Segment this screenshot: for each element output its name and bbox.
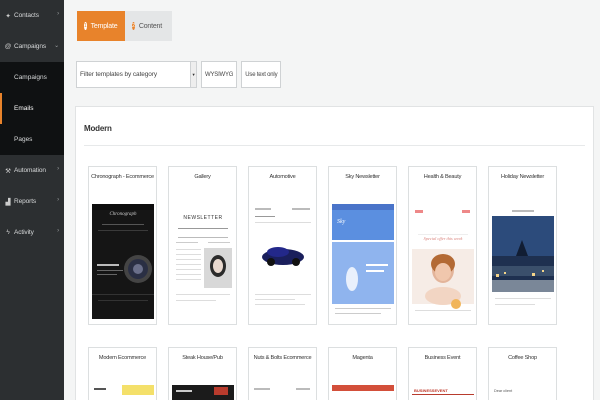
thumbnail-brand-text: BUSINESSEVENT (414, 388, 448, 393)
template-card-coffee-shop[interactable]: Coffee Shop Dear client (488, 347, 557, 400)
sidebar-item-contacts[interactable]: ✦ Contacts › (0, 0, 64, 31)
template-thumbnail: Chronograph (92, 204, 154, 319)
step-number: 1 (84, 22, 87, 30)
chevron-down-icon: ⌄ (54, 43, 59, 49)
template-card-magenta[interactable]: Magenta (328, 347, 397, 400)
template-thumbnail (92, 385, 154, 400)
template-name: Coffee Shop (508, 355, 537, 361)
wysiwyg-button[interactable]: WYSIWYG (201, 61, 238, 88)
sidebar-subitem-emails[interactable]: Emails (0, 93, 64, 124)
template-card-gallery[interactable]: Gallery NEWSLETTER (168, 166, 237, 325)
user-icon: ✦ (5, 12, 11, 20)
template-card-holiday-newsletter[interactable]: Holiday Newsletter (488, 166, 557, 325)
main-content: 1 Template 2 Content Filter templates by… (64, 0, 600, 400)
sidebar-item-label: Reports (14, 198, 37, 205)
sidebar-subitem-pages[interactable]: Pages (0, 124, 64, 155)
template-thumbnail (172, 385, 234, 400)
template-thumbnail (252, 204, 314, 319)
text-only-button[interactable]: Use text only (241, 61, 282, 88)
template-name: Chronograph - Ecommerce (91, 174, 154, 180)
template-name: Gallery (194, 174, 211, 180)
templates-panel: Modern Chronograph - Ecommerce Chronogra… (75, 106, 594, 400)
sidebar-item-activity[interactable]: ϟ Activity › (0, 217, 64, 248)
template-name: Automotive (269, 174, 296, 180)
divider (412, 394, 474, 395)
template-thumbnail: Sky (332, 204, 394, 319)
template-name: Modern Ecommerce (98, 355, 147, 361)
template-name: Sky Newsletter (345, 174, 380, 180)
template-card-chronograph[interactable]: Chronograph - Ecommerce Chronograph (88, 166, 157, 325)
wizard-tabs: 1 Template 2 Content (77, 11, 172, 41)
pulse-icon: ϟ (6, 229, 10, 236)
template-thumbnail (492, 204, 554, 319)
section-title: Modern (84, 124, 112, 133)
template-card-business-event[interactable]: Business Event BUSINESSEVENT (408, 347, 477, 400)
chevron-right-icon: › (57, 228, 59, 234)
sidebar-item-campaigns[interactable]: @ Campaigns ⌄ (0, 31, 64, 62)
sidebar-item-label: Automation (14, 167, 46, 174)
sidebar-item-label: Activity (14, 229, 34, 236)
template-card-sky-newsletter[interactable]: Sky Newsletter Sky (328, 166, 397, 325)
template-thumbnail (252, 385, 314, 400)
template-thumbnail: NEWSLETTER (172, 204, 234, 319)
sidebar-subitem-campaigns[interactable]: Campaigns (0, 62, 64, 93)
template-name: Health & Beauty (423, 174, 462, 180)
thumbnail-brand-text: Chronograph (109, 212, 137, 217)
template-card-steak-house[interactable]: Steak House/Pub (168, 347, 237, 400)
template-thumbnail: BUSINESSEVENT (412, 385, 474, 400)
bar-chart-icon: ▟ (5, 198, 11, 206)
template-thumbnail: Special offer this week (412, 204, 474, 319)
sidebar-item-reports[interactable]: ▟ Reports › (0, 186, 64, 217)
sidebar-item-automation[interactable]: ⚒ Automation › (0, 155, 64, 186)
template-name: Business Event (424, 355, 461, 361)
step-number: 2 (132, 22, 135, 30)
template-thumbnail: Dear client (492, 385, 554, 400)
at-icon: @ (4, 43, 12, 50)
template-thumbnail (332, 385, 394, 400)
sidebar-item-label: Contacts (14, 12, 39, 19)
thumbnail-tagline: Special offer this week (423, 236, 463, 241)
chevron-down-icon: ▼ (190, 62, 196, 87)
thumbnail-heading: NEWSLETTER (183, 215, 223, 221)
chevron-right-icon: › (57, 166, 59, 172)
filter-bar: Filter templates by category ▼ WYSIWYG U… (76, 61, 282, 88)
template-card-modern-ecommerce[interactable]: Modern Ecommerce (88, 347, 157, 400)
sidebar-submenu: Campaigns Emails Pages (0, 62, 64, 155)
thumbnail-text: Dear client (494, 389, 513, 393)
category-filter-select[interactable]: Filter templates by category ▼ (76, 61, 197, 88)
sidebar: ✦ Contacts › @ Campaigns ⌄ Campaigns Ema… (0, 0, 64, 400)
template-card-automotive[interactable]: Automotive (248, 166, 317, 325)
chevron-right-icon: › (57, 197, 59, 203)
template-name: Steak House/Pub (182, 355, 223, 361)
sidebar-item-label: Campaigns (14, 43, 46, 50)
tab-template[interactable]: 1 Template (77, 11, 125, 41)
chevron-right-icon: › (57, 11, 59, 17)
tab-label: Template (90, 22, 118, 30)
template-card-health-beauty[interactable]: Health & Beauty Special offer this week (408, 166, 477, 325)
tab-label: Content (138, 22, 162, 30)
divider (84, 145, 585, 146)
template-name: Holiday Newsletter (500, 174, 545, 180)
tab-content[interactable]: 2 Content (125, 11, 172, 41)
wrench-icon: ⚒ (5, 167, 11, 175)
template-name: Nuts & Bolts Ecommerce (253, 355, 312, 361)
thumbnail-brand-text: Sky (337, 219, 346, 225)
template-name: Magenta (352, 355, 373, 361)
select-placeholder: Filter templates by category (80, 71, 158, 78)
template-card-nuts-bolts[interactable]: Nuts & Bolts Ecommerce (248, 347, 317, 400)
